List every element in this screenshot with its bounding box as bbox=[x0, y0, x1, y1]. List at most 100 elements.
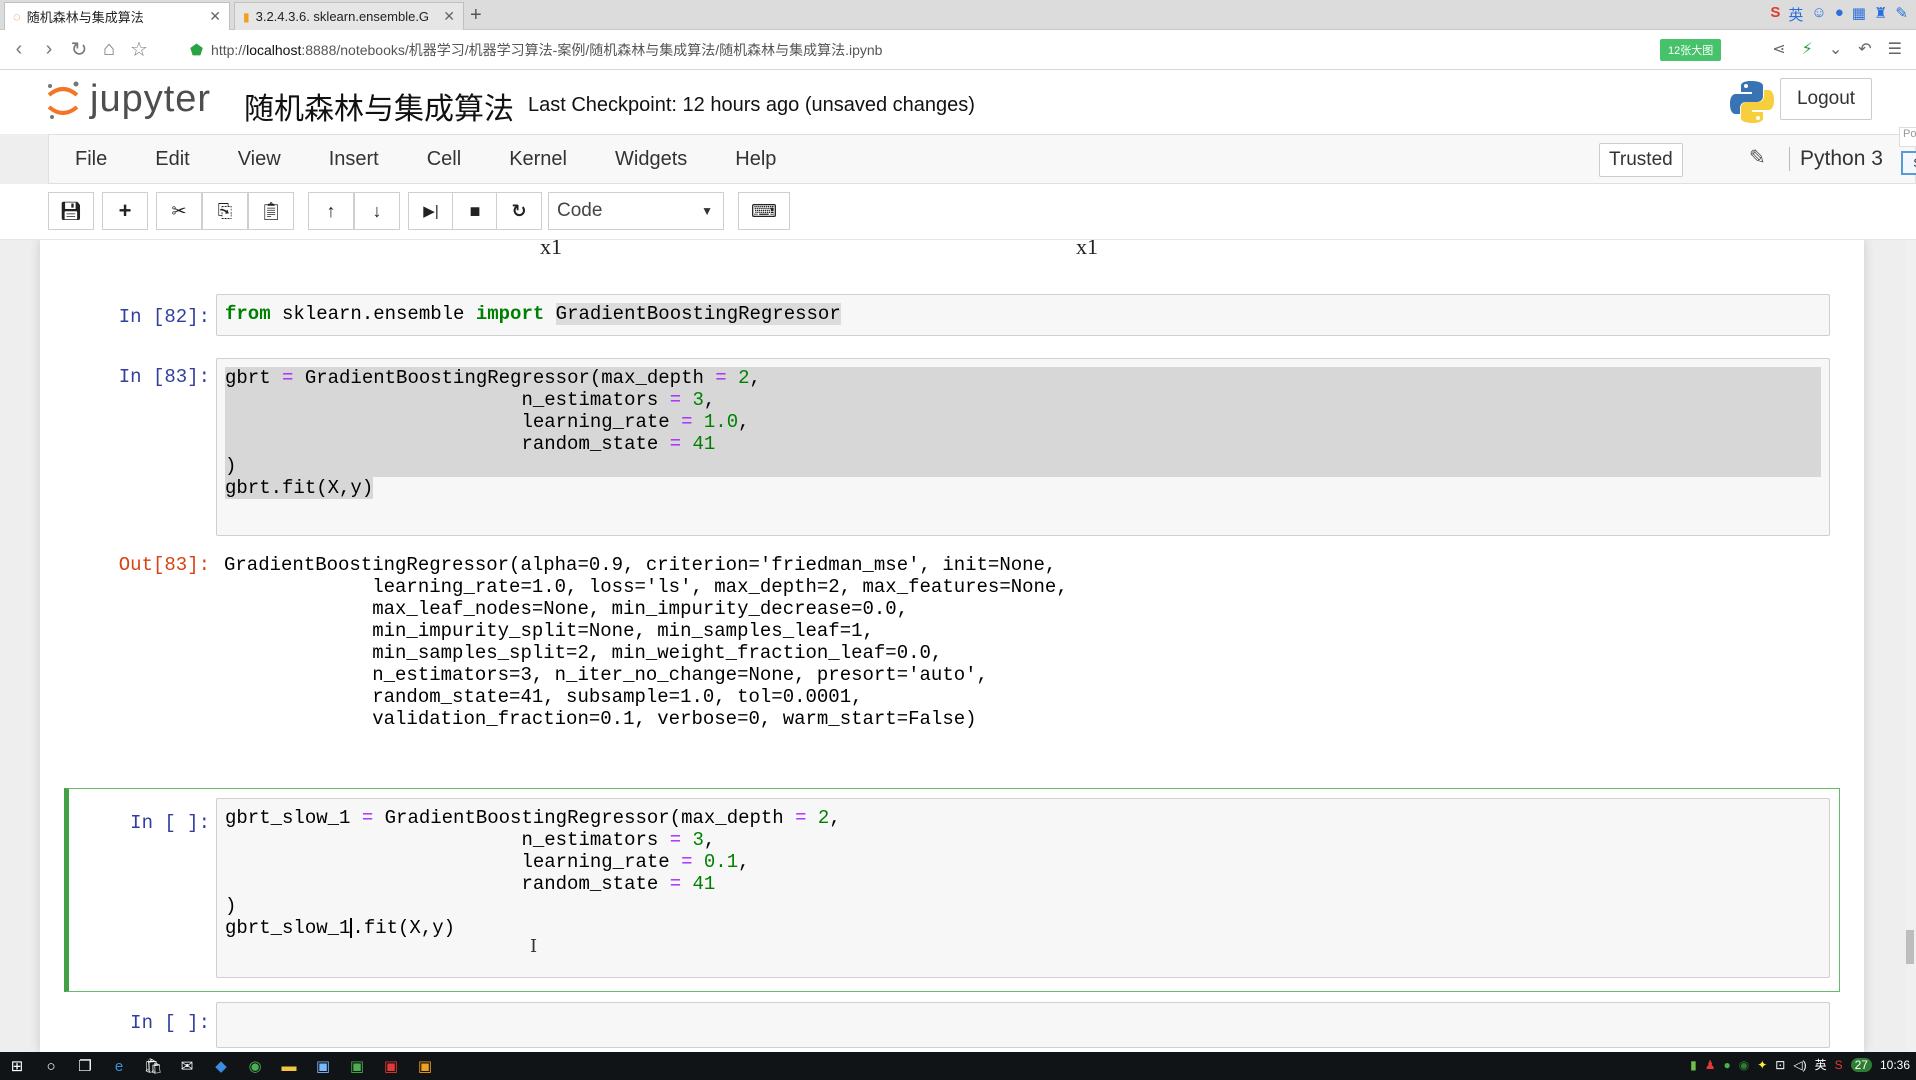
tray-icon[interactable]: ◉ bbox=[1739, 1058, 1749, 1072]
keyboard-icon[interactable]: ▦ bbox=[1852, 4, 1866, 25]
code-token: , bbox=[738, 851, 750, 873]
forward-icon[interactable]: › bbox=[34, 38, 64, 61]
code-cell-input[interactable] bbox=[216, 1002, 1830, 1048]
cell-type-select[interactable]: Code ▼ bbox=[548, 192, 724, 230]
run-button[interactable]: ▶| bbox=[408, 192, 454, 230]
windows-start-icon[interactable]: ⊞ bbox=[0, 1055, 34, 1077]
url-field[interactable]: http://localhost:8888/notebooks/机器学习/机器学… bbox=[211, 40, 882, 60]
task-view-icon[interactable]: ❐ bbox=[68, 1055, 102, 1077]
menu-file[interactable]: File bbox=[75, 148, 107, 171]
bookmark-star-icon[interactable]: ☆ bbox=[124, 37, 154, 62]
code-token: n_estimators bbox=[225, 389, 670, 411]
code-token: 3 bbox=[692, 389, 704, 411]
code-cell-input[interactable]: gbrt = GradientBoostingRegressor(max_dep… bbox=[216, 358, 1830, 536]
sogou-icon[interactable]: S bbox=[1770, 4, 1780, 25]
network-icon[interactable]: ⊡ bbox=[1775, 1058, 1785, 1072]
code-token: = bbox=[282, 367, 294, 389]
edge-icon[interactable]: e bbox=[102, 1055, 136, 1077]
close-tab-icon[interactable]: ✕ bbox=[443, 8, 455, 25]
move-down-button[interactable]: ↓ bbox=[354, 192, 400, 230]
tab-notebook[interactable]: ◌ 随机森林与集成算法 ✕ bbox=[4, 2, 230, 30]
code-token: GradientBoostingRegressor(max_depth bbox=[373, 807, 796, 829]
save-button[interactable]: 💾︎ bbox=[48, 192, 94, 230]
trusted-indicator[interactable]: Trusted bbox=[1599, 143, 1683, 177]
menu-kernel[interactable]: Kernel bbox=[509, 148, 567, 171]
jupyter-logo[interactable]: jupyter bbox=[44, 78, 211, 121]
interrupt-button[interactable]: ■ bbox=[452, 192, 498, 230]
store-icon[interactable]: 🛍︎ bbox=[136, 1055, 170, 1077]
tab-sklearn-docs[interactable]: ▮ 3.2.4.3.6. sklearn.ensemble.Gr ✕ bbox=[234, 2, 464, 30]
wrench-icon[interactable]: ✎ bbox=[1895, 4, 1908, 25]
back-icon[interactable]: ‹ bbox=[4, 38, 34, 61]
menu-icon[interactable]: ☰ bbox=[1888, 39, 1902, 59]
menu-edit[interactable]: Edit bbox=[155, 148, 189, 171]
command-palette-button[interactable]: ⌨ bbox=[738, 192, 790, 230]
sogou-tray-icon[interactable]: S bbox=[1835, 1058, 1843, 1072]
reload-icon[interactable]: ↻ bbox=[64, 37, 94, 62]
menu-insert[interactable]: Insert bbox=[329, 148, 379, 171]
shirt-icon[interactable]: ♜ bbox=[1874, 4, 1887, 25]
mic-icon[interactable]: ● bbox=[1835, 4, 1844, 25]
kernel-name[interactable]: Python 3 bbox=[1789, 147, 1883, 171]
close-tab-icon[interactable]: ✕ bbox=[209, 8, 221, 25]
tray-icon[interactable]: ♟ bbox=[1705, 1058, 1716, 1072]
cut-button[interactable]: ✂ bbox=[156, 192, 202, 230]
undo-icon[interactable]: ↶ bbox=[1858, 39, 1871, 59]
start-button[interactable]: Start bbox=[1901, 151, 1916, 175]
notebook-name[interactable]: 随机森林与集成算法 bbox=[244, 84, 514, 128]
paste-button[interactable]: 📋︎ bbox=[248, 192, 294, 230]
home-icon[interactable]: ⌂ bbox=[94, 38, 124, 61]
input-prompt: In [83]: bbox=[118, 366, 210, 388]
chevron-down-icon[interactable]: ⌄ bbox=[1829, 39, 1842, 59]
lightning-icon[interactable]: ⚡ bbox=[1802, 39, 1813, 59]
code-token: random_state bbox=[225, 433, 670, 455]
menu-widgets[interactable]: Widgets bbox=[615, 148, 687, 171]
app-icon[interactable]: ◆ bbox=[204, 1055, 238, 1077]
restart-button[interactable]: ↻ bbox=[496, 192, 542, 230]
tray-icon[interactable]: ✦ bbox=[1757, 1058, 1767, 1072]
tray-icon[interactable]: ▮ bbox=[1690, 1058, 1697, 1072]
scrollbar-thumb[interactable] bbox=[1906, 930, 1914, 964]
app-icon[interactable]: ▣ bbox=[374, 1055, 408, 1077]
logout-button[interactable]: Logout bbox=[1780, 78, 1872, 120]
new-tab-button[interactable]: + bbox=[470, 4, 482, 27]
scrollbar[interactable] bbox=[1906, 240, 1916, 1052]
code-cell-input[interactable]: from sklearn.ensemble import GradientBoo… bbox=[216, 294, 1830, 336]
jupyter-ring-icon bbox=[47, 81, 79, 119]
notebook-toolbar: 💾︎ + ✂ ⎘ 📋︎ ↑ ↓ ▶| ■ ↻ Code ▼ ⌨ bbox=[0, 184, 1916, 240]
app-icon[interactable]: ▣ bbox=[408, 1055, 442, 1077]
menu-view[interactable]: View bbox=[238, 148, 281, 171]
tray-icon[interactable]: ● bbox=[1723, 1058, 1730, 1072]
clock[interactable]: 10:36 bbox=[1880, 1058, 1910, 1072]
code-line: gbrt.fit(X,y) bbox=[225, 477, 374, 499]
output-line: min_samples_split=2, min_weight_fraction… bbox=[224, 642, 943, 664]
menu-cell[interactable]: Cell bbox=[427, 148, 461, 171]
app-icon[interactable]: ▣ bbox=[340, 1055, 374, 1077]
save-icon: 💾︎ bbox=[59, 200, 83, 221]
mail-icon[interactable]: ✉ bbox=[170, 1055, 204, 1077]
ime-indicator[interactable]: 英 bbox=[1815, 1056, 1827, 1073]
arrow-up-icon: ↑ bbox=[326, 200, 336, 221]
code-token: 41 bbox=[692, 433, 716, 455]
app-icon[interactable]: ▣ bbox=[306, 1055, 340, 1077]
move-up-button[interactable]: ↑ bbox=[308, 192, 354, 230]
code-cell-input[interactable]: gbrt_slow_1 = GradientBoostingRegressor(… bbox=[216, 798, 1830, 978]
jupyter-wordmark: jupyter bbox=[90, 78, 212, 120]
copy-button[interactable]: ⎘ bbox=[202, 192, 248, 230]
volume-icon[interactable]: ◁) bbox=[1793, 1058, 1806, 1072]
code-token: = bbox=[669, 829, 682, 851]
notification-badge[interactable]: 27 bbox=[1850, 1057, 1872, 1072]
menu-help[interactable]: Help bbox=[735, 148, 776, 171]
code-token: , bbox=[738, 411, 750, 433]
share-icon[interactable]: ⋖ bbox=[1772, 39, 1785, 59]
code-line: random_state = 41 bbox=[225, 433, 1821, 455]
search-icon[interactable]: ○ bbox=[34, 1055, 68, 1077]
smiley-icon[interactable]: ☺ bbox=[1811, 4, 1826, 25]
ime-lang-icon[interactable]: 英 bbox=[1788, 4, 1803, 25]
insert-cell-button[interactable]: + bbox=[102, 192, 148, 230]
zoom-badge[interactable]: 12张大图 bbox=[1660, 39, 1722, 61]
explorer-icon[interactable]: ▬ bbox=[272, 1055, 306, 1077]
url-path: :8888/notebooks/机器学习/机器学习算法-案例/随机森林与集成算法… bbox=[301, 41, 883, 58]
browser-app-icon[interactable]: ◉ bbox=[238, 1055, 272, 1077]
